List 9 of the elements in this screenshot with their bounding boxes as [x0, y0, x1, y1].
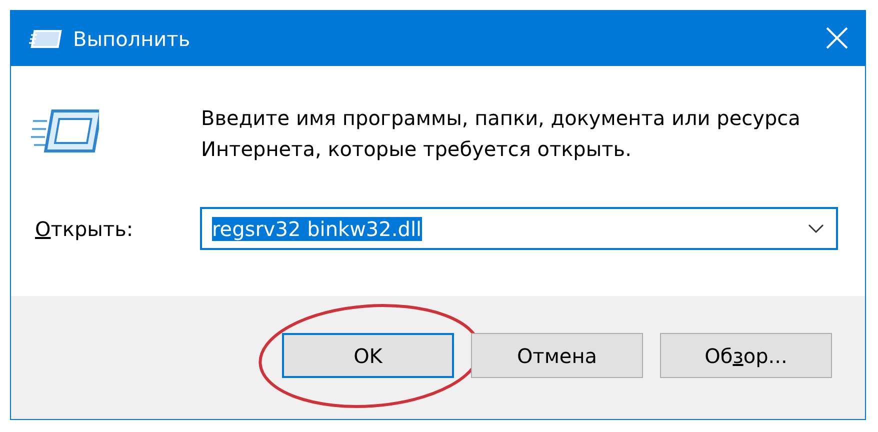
- prompt-text: Введите имя программы, папки, документа или ресурса Интернета, которые требуется открыть.: [201, 105, 802, 163]
- run-icon: [29, 28, 63, 48]
- command-field[interactable]: regsrv32 binkw32.dll: [200, 207, 838, 250]
- run-icon: [31, 109, 99, 153]
- dialog-button[interactable]: Отмена: [471, 333, 643, 378]
- window-title: Выполнить: [73, 26, 192, 50]
- dialog-button[interactable]: OK: [282, 333, 454, 378]
- dialog-button[interactable]: Обзор...: [660, 333, 832, 378]
- open-label: Открыть:: [35, 216, 134, 240]
